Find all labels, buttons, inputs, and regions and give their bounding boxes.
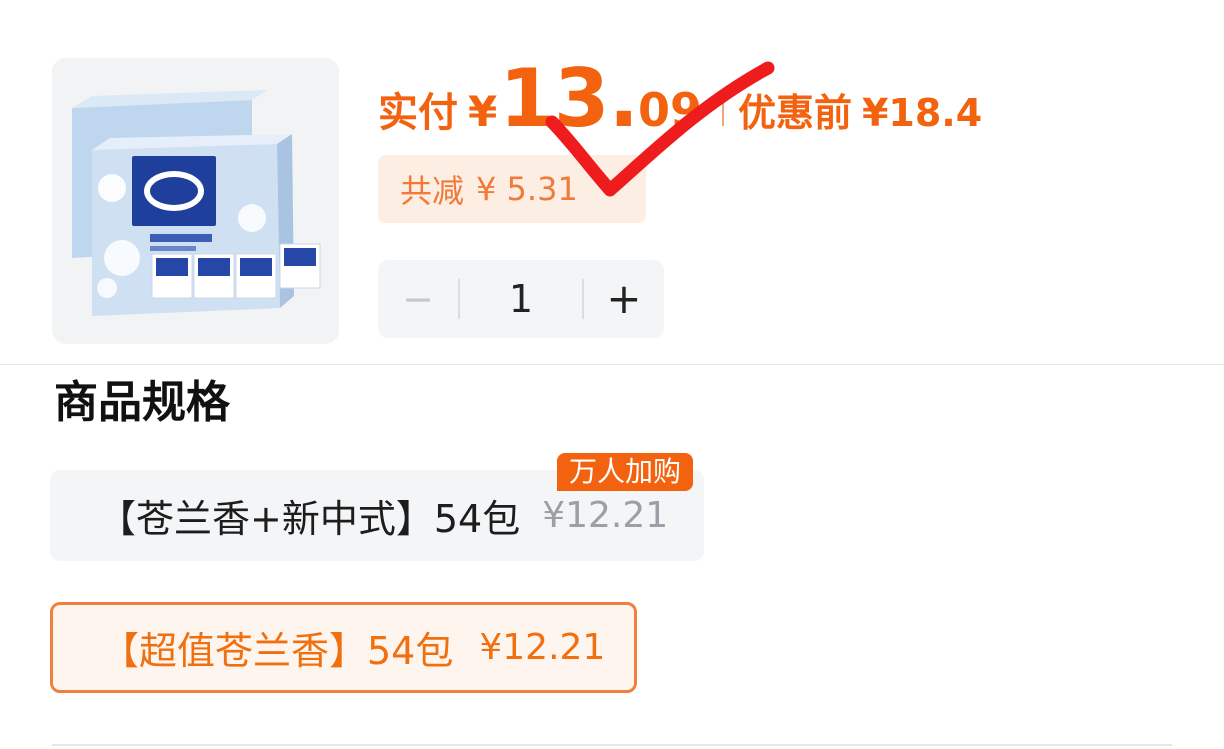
spec-option-price: ¥12.21 — [542, 495, 669, 536]
price-row: 实付 ¥ 13. 09 优惠前 ¥18.4 — [378, 52, 982, 162]
increase-button[interactable]: + — [584, 260, 664, 338]
quantity-value[interactable]: 1 — [460, 277, 582, 321]
spec-option-price: ¥12.21 — [479, 627, 606, 668]
price-integer: 13. — [499, 52, 639, 145]
quantity-stepper: − 1 + — [378, 260, 664, 338]
popular-tag: 万人加购 — [557, 453, 694, 491]
section-divider — [0, 364, 1224, 365]
price-decimal: 09 — [637, 83, 702, 137]
product-image[interactable] — [52, 58, 339, 344]
spec-option-name: 【超值苍兰香】54包 — [101, 629, 454, 673]
spec-option-name: 【苍兰香+新中式】54包 — [98, 497, 521, 541]
spec-section-title: 商品规格 — [54, 377, 230, 428]
pay-label: 实付 — [378, 90, 458, 136]
currency-symbol: ¥ — [468, 87, 498, 136]
discount-badge: 共减 ¥ 5.31 — [378, 155, 646, 223]
bottom-divider — [52, 744, 1172, 746]
decrease-button[interactable]: − — [378, 260, 458, 338]
tissue-pack-image — [52, 58, 339, 344]
discount-label: 共减 — [400, 172, 465, 210]
original-price-value: ¥18.4 — [861, 91, 983, 135]
discount-value: ¥ 5.31 — [476, 170, 578, 208]
spec-option-selected[interactable]: 【超值苍兰香】54包 ¥12.21 — [50, 602, 637, 693]
price-divider — [721, 96, 724, 126]
original-price-label: 优惠前 — [737, 91, 852, 135]
